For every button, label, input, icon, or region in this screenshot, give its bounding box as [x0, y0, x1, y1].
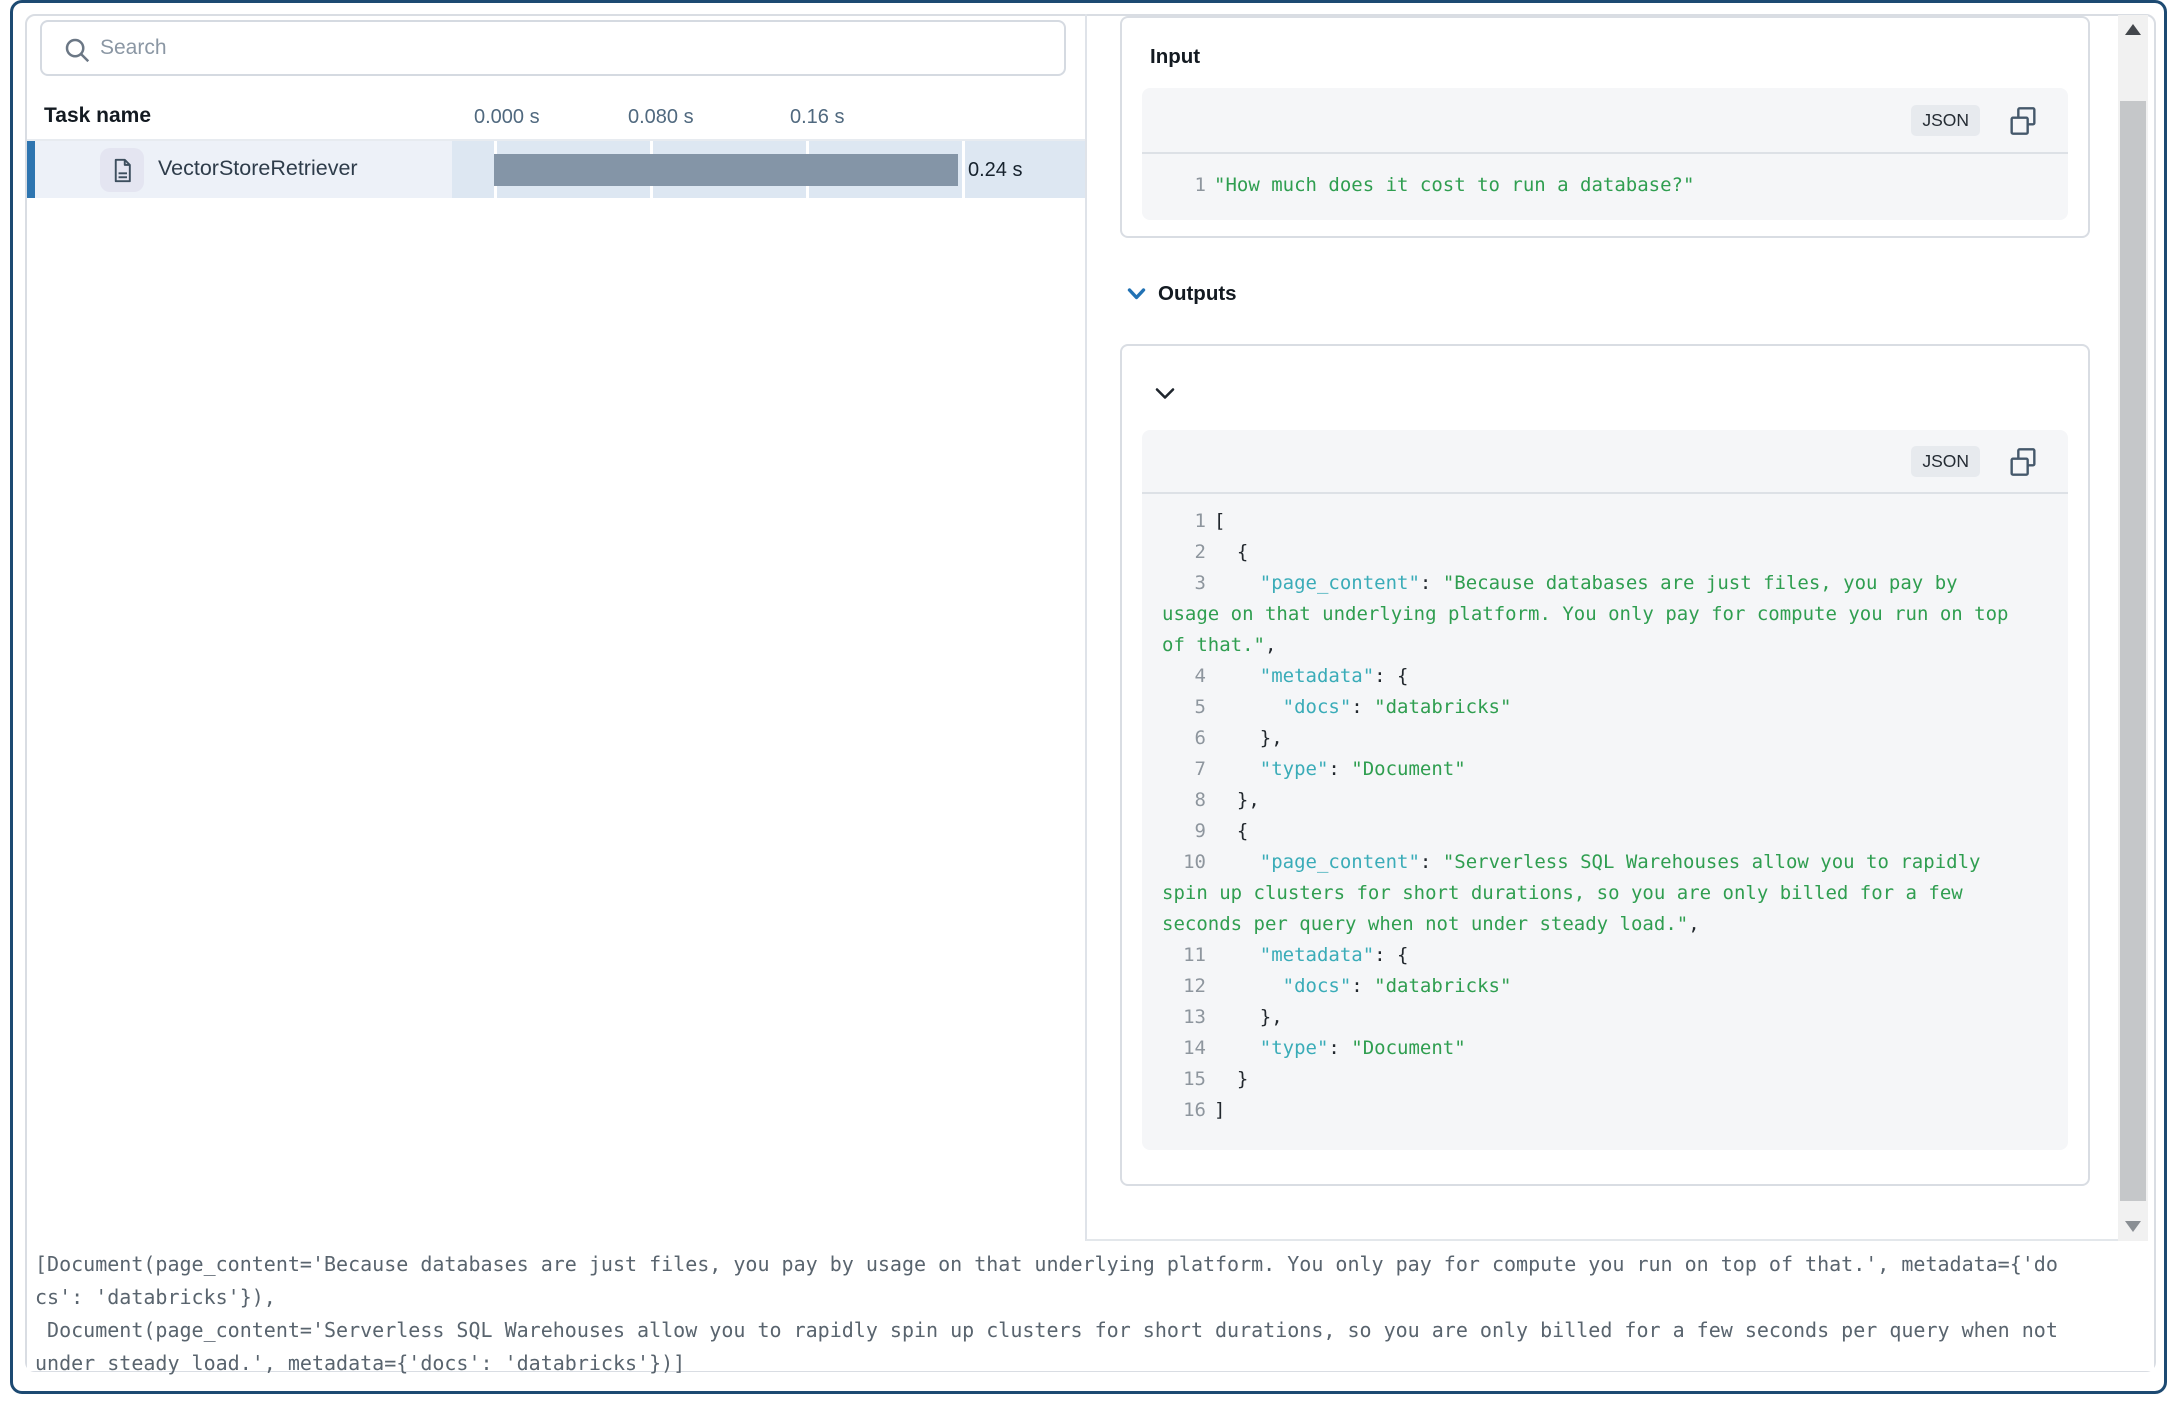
task-row[interactable]: VectorStoreRetriever 0.24 s — [27, 141, 1085, 198]
code-line: 16] — [1162, 1095, 2044, 1126]
timeline-tick-label: 0.080 s — [628, 106, 694, 129]
timeline-tick-label: 0.16 s — [790, 106, 844, 129]
outputs-code-block: JSON 1[2 {3 "page_content": "Because dat… — [1142, 430, 2068, 1150]
chevron-down-icon[interactable] — [1127, 287, 1146, 301]
code-line: 15 } — [1162, 1064, 2044, 1095]
line-number: 10 — [1162, 847, 1206, 878]
json-format-badge[interactable]: JSON — [1911, 105, 1980, 136]
scrollbar-thumb[interactable] — [2120, 101, 2146, 1201]
line-number: 5 — [1162, 692, 1206, 723]
input-title: Input — [1150, 45, 1200, 69]
raw-output-panel: [Document(page_content='Because database… — [27, 1241, 2154, 1371]
search-input[interactable] — [100, 24, 1040, 72]
scroll-up-icon[interactable] — [2125, 24, 2141, 35]
code-line: 10 "page_content": "Serverless SQL Wareh… — [1162, 847, 2044, 878]
code-line: 14 "type": "Document" — [1162, 1033, 2044, 1064]
copy-button[interactable] — [2004, 102, 2042, 140]
code-line: 3 "page_content": "Because databases are… — [1162, 568, 2044, 599]
line-number: 8 — [1162, 785, 1206, 816]
code-line: 9 { — [1162, 816, 2044, 847]
code-line: 5 "docs": "databricks" — [1162, 692, 2044, 723]
duration-bar[interactable] — [494, 154, 958, 186]
json-format-badge[interactable]: JSON — [1911, 446, 1980, 477]
line-number: 9 — [1162, 816, 1206, 847]
copy-icon — [2007, 446, 2039, 478]
code-line: seconds per query when not under steady … — [1162, 909, 2044, 940]
copy-icon — [2007, 105, 2039, 137]
timeline-gridline — [962, 141, 965, 198]
outputs-code: 1[2 {3 "page_content": "Because database… — [1142, 494, 2068, 1126]
line-number: 6 — [1162, 723, 1206, 754]
chevron-down-icon[interactable] — [1154, 386, 1176, 401]
raw-output-line: [Document(page_content='Because database… — [35, 1248, 2154, 1281]
input-code-block: JSON 1"How much does it cost to run a da… — [1142, 88, 2068, 220]
line-number: 13 — [1162, 1002, 1206, 1033]
code-line: 8 }, — [1162, 785, 2044, 816]
outputs-title: Outputs — [1158, 282, 1237, 306]
search-box — [40, 20, 1066, 76]
code-line: 1[ — [1162, 506, 2044, 537]
line-number: 11 — [1162, 940, 1206, 971]
task-name-label: VectorStoreRetriever — [158, 156, 358, 181]
scroll-down-icon[interactable] — [2125, 1221, 2141, 1232]
timeline-tick-label: 0.000 s — [474, 106, 540, 129]
code-line: 7 "type": "Document" — [1162, 754, 2044, 785]
code-line: 12 "docs": "databricks" — [1162, 971, 2044, 1002]
line-number: 15 — [1162, 1064, 1206, 1095]
code-line: 2 { — [1162, 537, 2044, 568]
raw-output-line: under steady load.', metadata={'docs': '… — [35, 1347, 2154, 1380]
raw-output-line: cs': 'databricks'}), — [35, 1281, 2154, 1314]
code-line: 11 "metadata": { — [1162, 940, 2044, 971]
line-number: 3 — [1162, 568, 1206, 599]
line-number: 2 — [1162, 537, 1206, 568]
raw-output-line: Document(page_content='Serverless SQL Wa… — [35, 1314, 2154, 1347]
line-number: 16 — [1162, 1095, 1206, 1126]
scrollbar-track[interactable] — [2118, 15, 2148, 1241]
line-number: 14 — [1162, 1033, 1206, 1064]
code-line: 13 }, — [1162, 1002, 2044, 1033]
line-number: 1 — [1162, 170, 1206, 201]
document-icon — [100, 148, 144, 192]
input-code: 1"How much does it cost to run a databas… — [1142, 154, 2068, 201]
line-number: 1 — [1162, 506, 1206, 537]
input-card: Input JSON 1"How much does it cost to ru… — [1120, 16, 2090, 238]
selected-row-accent — [27, 141, 35, 198]
line-number: 7 — [1162, 754, 1206, 785]
duration-label: 0.24 s — [968, 154, 1022, 186]
outputs-card: JSON 1[2 {3 "page_content": "Because dat… — [1120, 344, 2090, 1186]
code-line: 4 "metadata": { — [1162, 661, 2044, 692]
code-line: usage on that underlying platform. You o… — [1162, 599, 2044, 630]
code-line: 1"How much does it cost to run a databas… — [1162, 170, 2044, 201]
code-line: spin up clusters for short durations, so… — [1162, 878, 2044, 909]
copy-button[interactable] — [2004, 443, 2042, 481]
trace-viewer: Task name 0.000 s 0.080 s 0.16 s VectorSto… — [0, 0, 2174, 1403]
code-line: of that.", — [1162, 630, 2044, 661]
task-name-header: Task name — [44, 104, 151, 128]
line-number: 12 — [1162, 971, 1206, 1002]
line-number: 4 — [1162, 661, 1206, 692]
search-icon — [62, 35, 92, 65]
code-line: 6 }, — [1162, 723, 2044, 754]
